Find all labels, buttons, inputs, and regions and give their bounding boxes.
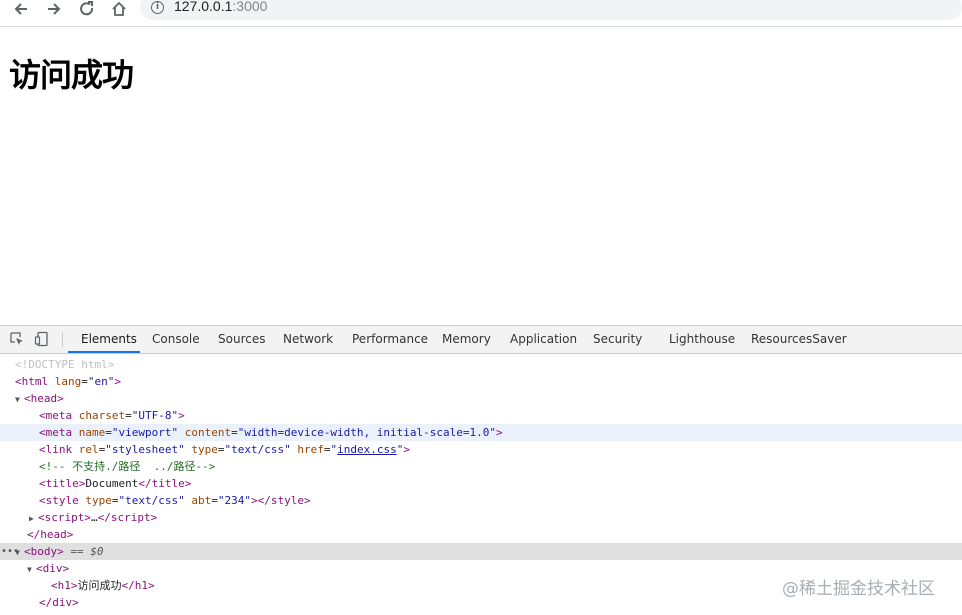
arrow-left-icon: [14, 3, 27, 15]
back-button[interactable]: [10, 0, 32, 18]
arrow-right-icon: [48, 3, 61, 15]
page-heading: 访问成功: [9, 56, 134, 94]
device-toolbar-icon[interactable]: [34, 331, 50, 347]
tab-elements[interactable]: Elements: [81, 326, 137, 353]
tree-row-body[interactable]: ••• ▼ <body> == $0: [0, 543, 962, 560]
reload-button[interactable]: [76, 0, 98, 18]
devtools-tabbar: Elements Console Sources Network Perform…: [0, 326, 962, 354]
active-tab-indicator: [68, 351, 140, 353]
stylesheet-link[interactable]: index.css: [337, 443, 397, 456]
tree-row-style[interactable]: <style type="text/css" abt="234"></style…: [0, 492, 962, 509]
tab-network[interactable]: Network: [283, 326, 333, 353]
url-text[interactable]: 127.0.0.1:3000: [174, 0, 267, 14]
info-icon[interactable]: i: [151, 1, 164, 14]
tree-row-meta-viewport[interactable]: <meta name="viewport" content="width=dev…: [0, 424, 962, 441]
expand-triangle-icon[interactable]: ▼: [15, 391, 24, 408]
tab-application[interactable]: Application: [510, 326, 577, 353]
tree-row-head-close[interactable]: </head>: [0, 526, 962, 543]
tree-row-meta-charset[interactable]: <meta charset="UTF-8">: [0, 407, 962, 424]
tab-resourcessaver[interactable]: ResourcesSaver: [751, 326, 847, 353]
tree-row-script[interactable]: ▶ <script>…</script>: [0, 509, 962, 526]
home-button[interactable]: [108, 0, 130, 18]
tab-lighthouse[interactable]: Lighthouse: [669, 326, 735, 353]
tree-row-title[interactable]: <title>Document</title>: [0, 475, 962, 492]
browser-toolbar: i 127.0.0.1:3000: [0, 0, 962, 27]
tree-row-doctype[interactable]: <!DOCTYPE html>: [0, 356, 962, 373]
tree-row-link[interactable]: <link rel="stylesheet" type="text/css" h…: [0, 441, 962, 458]
inspect-element-icon[interactable]: [9, 331, 25, 347]
home-icon: [112, 1, 126, 16]
tree-row-comment[interactable]: <!-- 不支持./路径 ../路径-->: [0, 458, 962, 475]
toolbar-divider: [62, 332, 63, 347]
tab-console[interactable]: Console: [152, 326, 200, 353]
expand-triangle-icon[interactable]: ▼: [27, 561, 36, 578]
tree-row-head[interactable]: ▼ <head>: [0, 390, 962, 407]
forward-button[interactable]: [43, 0, 65, 18]
tree-row-html[interactable]: <html lang="en">: [0, 373, 962, 390]
devtools-panel: Elements Console Sources Network Perform…: [0, 325, 962, 615]
watermark: @稀土掘金技术社区: [782, 579, 935, 599]
tab-sources[interactable]: Sources: [218, 326, 265, 353]
more-options-icon[interactable]: •••: [1, 543, 19, 560]
reload-icon: [80, 1, 94, 16]
tab-security[interactable]: Security: [593, 326, 642, 353]
collapse-triangle-icon[interactable]: ▶: [29, 510, 38, 527]
tab-performance[interactable]: Performance: [352, 326, 428, 353]
tab-memory[interactable]: Memory: [442, 326, 491, 353]
